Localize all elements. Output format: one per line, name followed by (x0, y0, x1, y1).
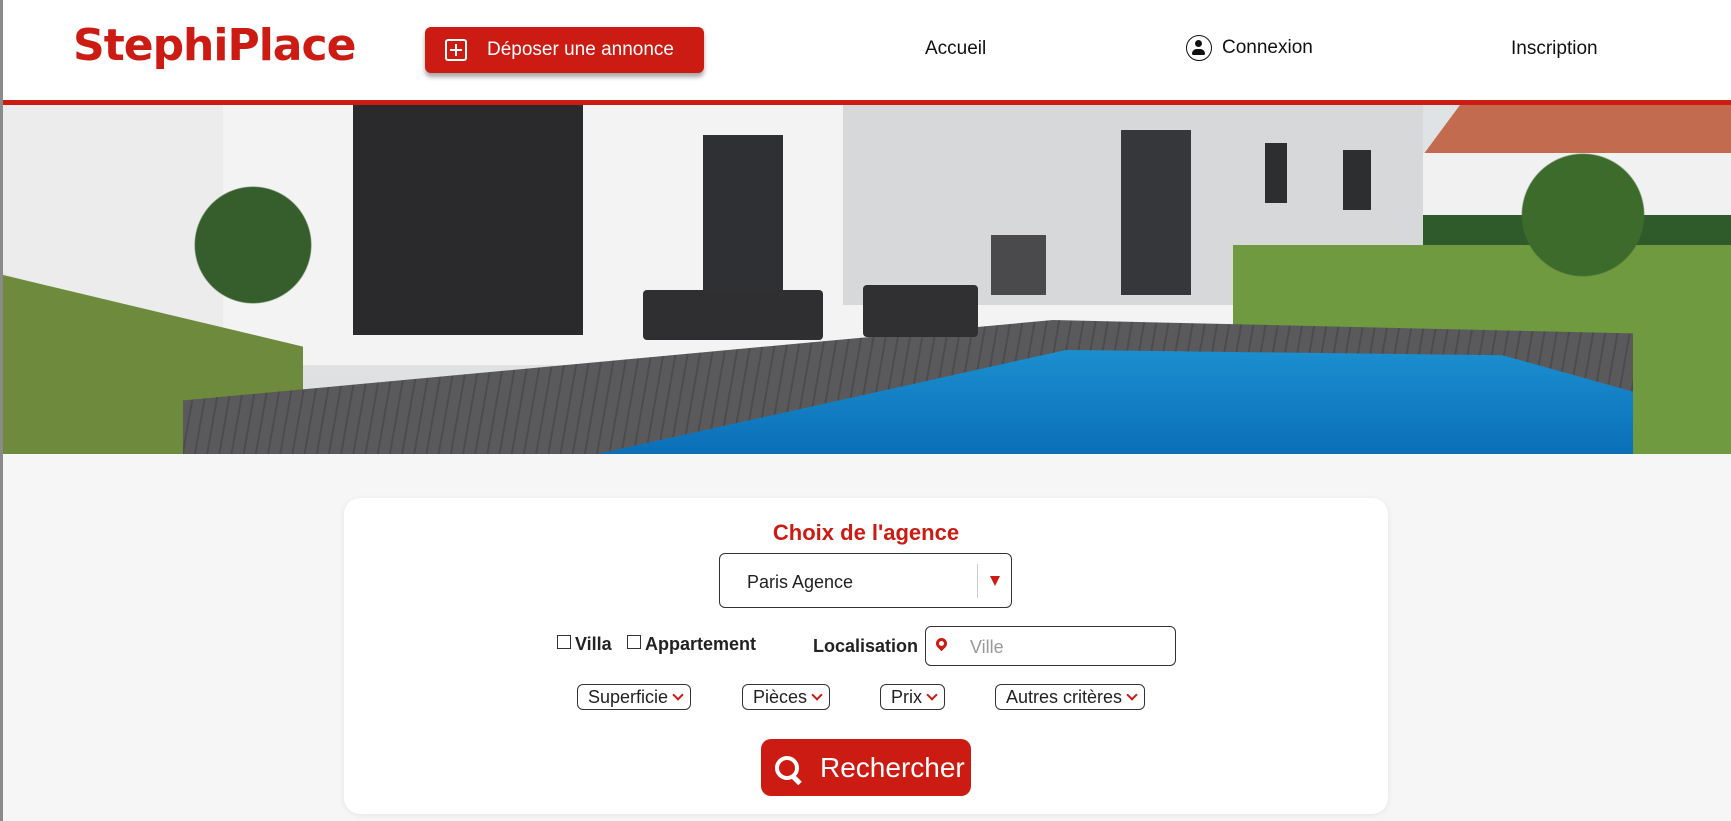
agency-selected-value: Paris Agence (747, 572, 854, 592)
agency-select[interactable]: Paris Agence (719, 553, 1012, 608)
search-button-label: Rechercher (820, 751, 965, 783)
filter-pieces-label: Pièces (753, 686, 808, 707)
villa-checkbox[interactable] (557, 634, 571, 649)
search-icon (775, 755, 799, 780)
filter-superficie-label: Superficie (588, 686, 669, 707)
search-card: Choix de l'agence Paris Agence Villa App… (344, 498, 1388, 814)
filter-autres-criteres[interactable]: Autres critères (995, 684, 1146, 710)
user-circle-icon (1186, 35, 1212, 61)
appartement-label: Appartement (645, 634, 757, 654)
search-button[interactable]: Rechercher (761, 739, 971, 796)
map-pin-icon (933, 635, 950, 652)
nav-login-link[interactable]: Connexion (1186, 35, 1313, 61)
filter-superficie[interactable]: Superficie (577, 684, 692, 710)
hero-house-image (3, 105, 1731, 454)
post-ad-button[interactable]: Déposer une annonce (425, 27, 704, 73)
filter-prix[interactable]: Prix (880, 684, 945, 710)
agency-title: Choix de l'agence (772, 520, 960, 545)
appartement-checkbox[interactable] (627, 634, 641, 649)
top-navigation-bar: StephiPlace Déposer une annonce Accueil … (3, 0, 1731, 105)
site-logo[interactable]: StephiPlace (73, 20, 356, 71)
caret-down-icon (990, 576, 1000, 586)
nav-login-label: Connexion (1222, 37, 1313, 58)
location-input[interactable]: Ville (925, 626, 1176, 666)
post-ad-label: Déposer une annonce (487, 39, 674, 60)
appartement-checkbox-row[interactable]: Appartement (627, 634, 756, 655)
chevron-down-icon (811, 689, 823, 701)
nav-home-link[interactable]: Accueil (925, 38, 986, 60)
filter-autres-label: Autres critères (1006, 686, 1123, 707)
location-placeholder: Ville (970, 637, 1004, 657)
filter-pieces[interactable]: Pièces (742, 684, 831, 710)
nav-signup-link[interactable]: Inscription (1511, 38, 1598, 60)
chevron-down-icon (1126, 689, 1138, 701)
chevron-down-icon (672, 689, 684, 701)
villa-label: Villa (575, 634, 612, 654)
plus-square-icon (445, 39, 467, 61)
filter-prix-label: Prix (891, 686, 922, 707)
villa-checkbox-row[interactable]: Villa (557, 634, 612, 655)
chevron-down-icon (926, 689, 938, 701)
location-label: Localisation (813, 636, 919, 656)
